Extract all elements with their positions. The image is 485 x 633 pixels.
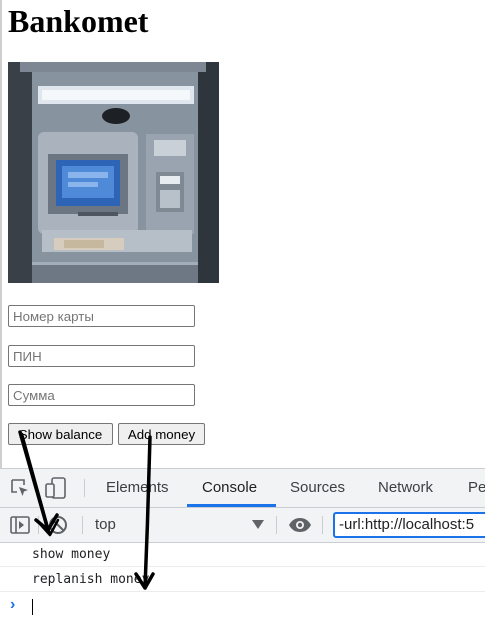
console-log-line: replanish money xyxy=(0,568,485,592)
add-money-button[interactable]: Add money xyxy=(118,423,205,445)
device-toggle-icon[interactable] xyxy=(44,477,68,499)
console-log-text: show money xyxy=(32,547,111,562)
pin-input[interactable] xyxy=(8,345,195,367)
tab-console[interactable]: Console xyxy=(202,469,257,507)
tab-elements[interactable]: Elements xyxy=(106,469,169,507)
sidebar-toggle-icon[interactable] xyxy=(10,516,30,534)
atm-image xyxy=(8,62,219,283)
tab-performance[interactable]: Pe xyxy=(468,469,485,507)
tabbar-separator xyxy=(84,479,85,497)
text-caret xyxy=(32,599,33,615)
eye-icon[interactable] xyxy=(288,517,312,533)
dropdown-arrow-icon[interactable] xyxy=(252,520,264,530)
context-selector[interactable]: top xyxy=(95,508,116,542)
console-log-line: show money xyxy=(0,543,485,567)
tab-network[interactable]: Network xyxy=(378,469,433,507)
tab-sources[interactable]: Sources xyxy=(290,469,345,507)
prompt-chevron-icon: › xyxy=(10,596,16,613)
console-filter-input[interactable]: -url:http://localhost:5 xyxy=(333,512,485,538)
console-toolbar: top -url:http://localhost:5 xyxy=(0,508,485,543)
clear-console-icon[interactable] xyxy=(48,515,68,535)
show-balance-button[interactable]: Show balance xyxy=(8,423,113,445)
active-tab-indicator xyxy=(187,504,276,507)
toolbar-separator xyxy=(82,516,83,534)
page-title: Bankomet xyxy=(8,3,149,39)
devtools-tabbar: Elements Console Sources Network Pe xyxy=(0,469,485,508)
card-number-input[interactable] xyxy=(8,305,195,327)
sum-input[interactable] xyxy=(8,384,195,406)
console-prompt[interactable]: › xyxy=(0,593,485,619)
toolbar-separator xyxy=(38,516,39,534)
devtools-panel: Elements Console Sources Network Pe top … xyxy=(0,468,485,633)
toolbar-separator xyxy=(322,516,323,534)
inspect-element-icon[interactable] xyxy=(10,478,30,498)
toolbar-separator xyxy=(276,516,277,534)
console-log-text: replanish money xyxy=(32,572,150,587)
